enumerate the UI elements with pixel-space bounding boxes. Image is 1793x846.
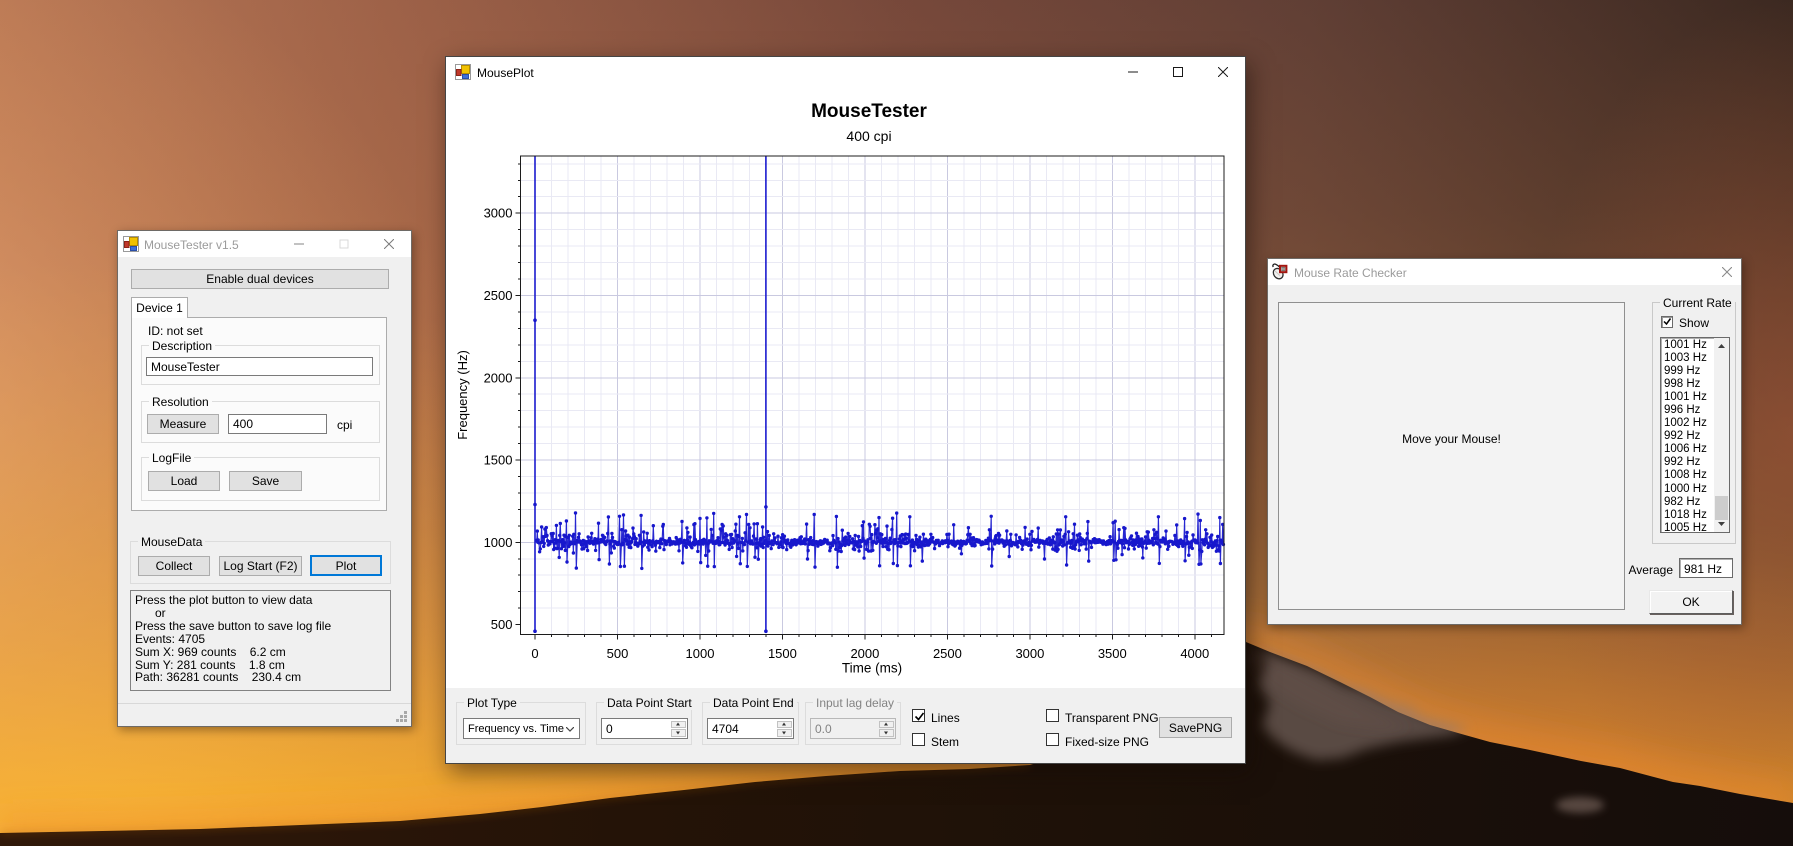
svg-text:1500: 1500 xyxy=(768,646,797,661)
svg-text:1000: 1000 xyxy=(686,646,715,661)
svg-text:2000: 2000 xyxy=(484,370,513,385)
svg-text:2000: 2000 xyxy=(850,646,879,661)
svg-text:3000: 3000 xyxy=(484,206,513,221)
svg-text:3500: 3500 xyxy=(1098,646,1127,661)
svg-text:3000: 3000 xyxy=(1015,646,1044,661)
svg-text:1500: 1500 xyxy=(484,453,513,468)
svg-text:MouseTester: MouseTester xyxy=(811,101,927,122)
svg-text:2500: 2500 xyxy=(484,288,513,303)
svg-text:4000: 4000 xyxy=(1180,646,1209,661)
svg-text:2500: 2500 xyxy=(933,646,962,661)
svg-text:500: 500 xyxy=(491,617,513,632)
svg-text:Frequency (Hz): Frequency (Hz) xyxy=(455,350,470,440)
svg-text:500: 500 xyxy=(607,646,629,661)
svg-text:400 cpi: 400 cpi xyxy=(846,128,891,144)
svg-text:1000: 1000 xyxy=(484,535,513,550)
svg-text:Time (ms): Time (ms) xyxy=(842,661,902,676)
svg-text:0: 0 xyxy=(531,646,538,661)
